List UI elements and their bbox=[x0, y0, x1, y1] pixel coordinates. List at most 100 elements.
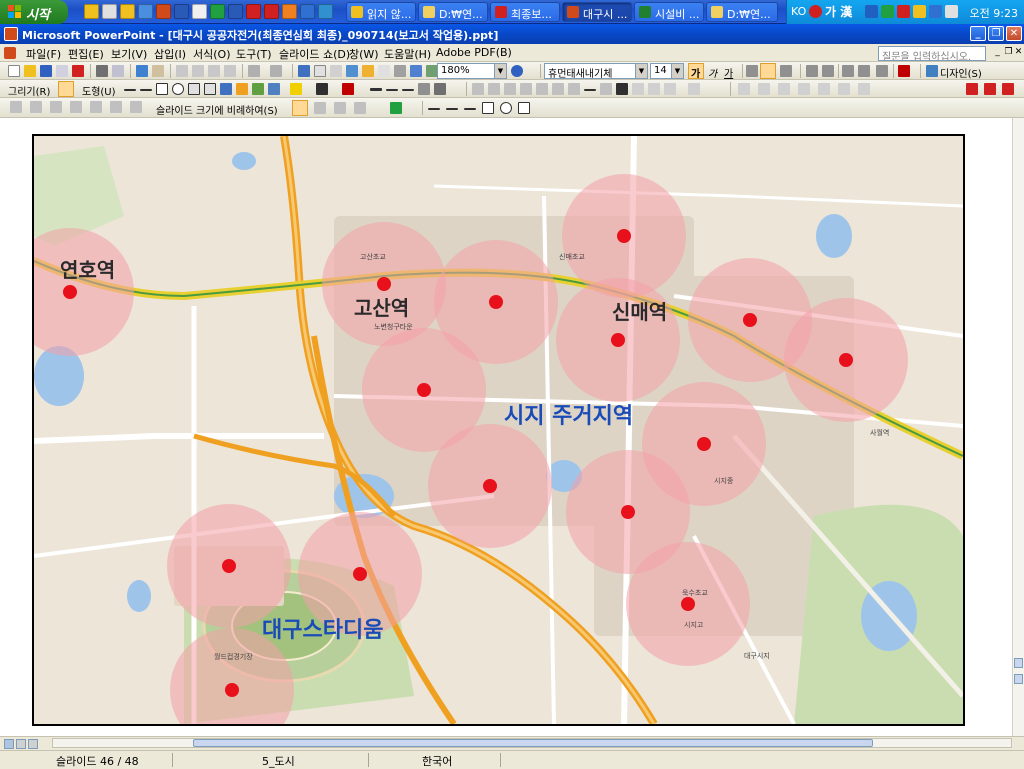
font-color-icon[interactable] bbox=[342, 83, 354, 95]
open-icon[interactable] bbox=[24, 65, 36, 77]
spelling-icon[interactable] bbox=[136, 65, 148, 77]
dropdown-arrow-icon[interactable]: ▼ bbox=[671, 64, 683, 78]
clock[interactable]: 오전 9:23 bbox=[970, 5, 1018, 21]
ime-mode[interactable]: 가 漢 bbox=[825, 3, 852, 20]
dropdown-arrow-icon[interactable]: ▼ bbox=[635, 64, 647, 78]
curve-icon[interactable] bbox=[500, 102, 512, 114]
grid-icon[interactable] bbox=[410, 65, 422, 77]
close-button[interactable]: ✕ bbox=[1006, 26, 1022, 41]
expand-all-icon[interactable] bbox=[378, 65, 390, 77]
reset-picture-icon[interactable] bbox=[664, 83, 676, 95]
numbering-icon[interactable] bbox=[806, 65, 818, 77]
vertical-textbox-icon[interactable] bbox=[204, 83, 216, 95]
quicklaunch-word-icon[interactable] bbox=[174, 4, 189, 19]
menu-slideshow[interactable]: 슬라이드 쇼(D) bbox=[279, 46, 350, 62]
picture-tool-icon[interactable] bbox=[688, 83, 700, 95]
picture-tool-icon[interactable] bbox=[536, 83, 548, 95]
ime-icon[interactable] bbox=[809, 5, 822, 18]
map-image[interactable]: 고산초교 노변청구타운 신매초교 시지중 대구시지 욱수초교 사월역 시지고 월… bbox=[32, 134, 965, 726]
increase-font-icon[interactable] bbox=[842, 65, 854, 77]
font-name-select[interactable]: 휴먼태새내기체 ▼ bbox=[544, 63, 648, 79]
tray-network-icon[interactable] bbox=[881, 5, 894, 18]
design-button[interactable]: 디자인(S) bbox=[940, 65, 982, 80]
tray-icon[interactable] bbox=[929, 5, 942, 18]
powerpoint-app-icon[interactable] bbox=[4, 27, 18, 41]
arrow-icon[interactable] bbox=[140, 89, 152, 91]
recolor-icon[interactable] bbox=[616, 83, 628, 95]
menu-window[interactable]: 창(W) bbox=[349, 46, 379, 62]
print-preview-icon[interactable] bbox=[112, 65, 124, 77]
slideshow-icon[interactable] bbox=[28, 739, 38, 749]
redo-icon[interactable] bbox=[270, 65, 282, 77]
normal-view-icon[interactable] bbox=[4, 739, 14, 749]
save-icon[interactable] bbox=[40, 65, 52, 77]
zoom-select[interactable]: 180% ▼ bbox=[437, 63, 507, 79]
new-icon[interactable] bbox=[8, 65, 20, 77]
quicklaunch-powerpoint-icon[interactable] bbox=[156, 4, 171, 19]
print-icon[interactable] bbox=[96, 65, 108, 77]
crop-icon[interactable] bbox=[552, 83, 564, 95]
menu-format[interactable]: 서식(O) bbox=[193, 46, 230, 62]
picture-tool-icon[interactable] bbox=[488, 83, 500, 95]
transparent-icon[interactable] bbox=[648, 83, 660, 95]
insert-picture-icon[interactable] bbox=[346, 65, 358, 77]
doc-close-button[interactable]: ✕ bbox=[1013, 47, 1024, 58]
font-color-icon[interactable] bbox=[898, 65, 910, 77]
copy-icon[interactable] bbox=[192, 65, 204, 77]
increase-indent-icon[interactable] bbox=[876, 65, 888, 77]
clipart-icon[interactable] bbox=[252, 83, 264, 95]
compress-icon[interactable] bbox=[600, 83, 612, 95]
bullets-icon[interactable] bbox=[822, 65, 834, 77]
document-icon[interactable] bbox=[4, 47, 16, 59]
line-style-icon[interactable] bbox=[370, 88, 382, 91]
toolbar-icon[interactable] bbox=[314, 102, 326, 114]
format-painter-icon[interactable] bbox=[224, 65, 236, 77]
fill-color-icon[interactable] bbox=[390, 102, 402, 114]
connector-icon[interactable] bbox=[738, 83, 750, 95]
textbox-icon[interactable] bbox=[188, 83, 200, 95]
quicklaunch-folder-icon[interactable] bbox=[84, 4, 99, 19]
quicklaunch-folder-icon[interactable] bbox=[120, 4, 135, 19]
design-icon[interactable] bbox=[926, 65, 938, 77]
connector-icon[interactable] bbox=[838, 83, 850, 95]
menu-view[interactable]: 보기(V) bbox=[111, 46, 147, 62]
permission-icon[interactable] bbox=[56, 65, 68, 77]
window-titlebar[interactable]: Microsoft PowerPoint - [대구시 공공자전거(최종연심회 … bbox=[0, 24, 1024, 44]
wordart-icon[interactable] bbox=[220, 83, 232, 95]
rectangle-icon[interactable] bbox=[156, 83, 168, 95]
doc-minimize-button[interactable]: _ bbox=[992, 47, 1003, 58]
bold-button[interactable]: 가 bbox=[688, 63, 704, 80]
anchor-button[interactable] bbox=[292, 100, 308, 116]
task-button-powerpoint[interactable]: 대구시 ... bbox=[562, 2, 632, 22]
task-button-mail[interactable]: 읽지 않... bbox=[346, 2, 416, 22]
tray-icon[interactable] bbox=[913, 5, 926, 18]
dash-style-icon[interactable] bbox=[386, 89, 398, 91]
table-icon[interactable] bbox=[314, 65, 326, 77]
paste-icon[interactable] bbox=[208, 65, 220, 77]
menu-file[interactable]: 파일(F) bbox=[26, 46, 61, 62]
scroll-up-arrow-icon[interactable] bbox=[1014, 658, 1023, 668]
line-icon[interactable] bbox=[428, 108, 440, 110]
ime-language[interactable]: KO bbox=[791, 5, 806, 18]
menu-tools[interactable]: 도구(T) bbox=[236, 46, 272, 62]
quicklaunch-acrobat-icon[interactable] bbox=[246, 4, 261, 19]
task-button-folder[interactable]: D:₩연... bbox=[706, 2, 778, 22]
line-icon[interactable] bbox=[124, 89, 136, 91]
scribble-icon[interactable] bbox=[518, 102, 530, 114]
chart-icon[interactable] bbox=[298, 65, 310, 77]
underline-button[interactable]: 가 bbox=[724, 65, 733, 80]
scale-to-fit-button[interactable]: 슬라이드 크기에 비례하여(S) bbox=[156, 102, 278, 117]
show-formatting-icon[interactable] bbox=[394, 65, 406, 77]
font-size-select[interactable]: 14 ▼ bbox=[650, 63, 684, 79]
arrow-icon[interactable] bbox=[464, 108, 476, 110]
line-icon[interactable] bbox=[446, 108, 458, 110]
insert-diagram-icon[interactable] bbox=[362, 65, 374, 77]
tray-volume-icon[interactable] bbox=[945, 5, 958, 18]
quicklaunch-app-icon[interactable] bbox=[228, 4, 243, 19]
maximize-button[interactable]: ❐ bbox=[988, 26, 1004, 41]
connector-icon[interactable] bbox=[798, 83, 810, 95]
3d-style-icon[interactable] bbox=[434, 83, 446, 95]
align-right-icon[interactable] bbox=[780, 65, 792, 77]
rotate-icon[interactable] bbox=[568, 83, 580, 95]
quicklaunch-app-icon[interactable] bbox=[264, 4, 279, 19]
